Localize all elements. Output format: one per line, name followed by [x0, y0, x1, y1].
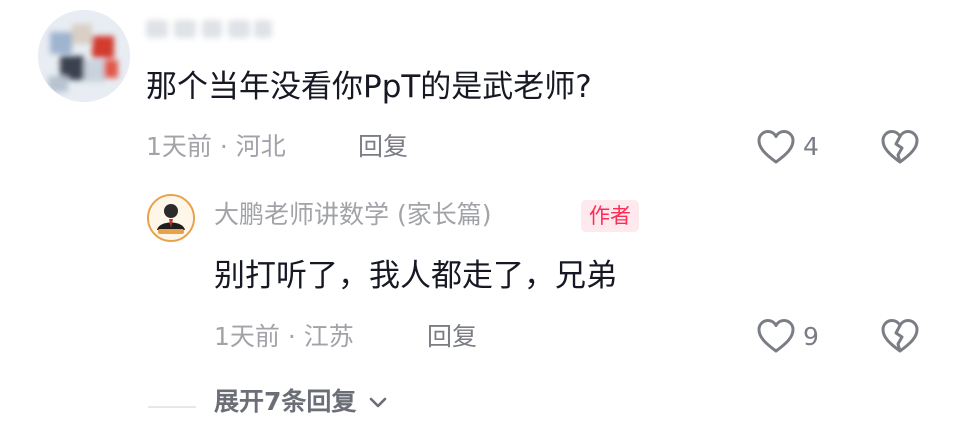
broken-heart-icon — [881, 130, 919, 164]
author-avatar[interactable] — [147, 194, 195, 242]
expand-divider — [148, 406, 196, 408]
author-badge: 作者 — [581, 200, 639, 232]
comment-meta: 1天前 · 河北 — [146, 130, 286, 164]
reply-reply-button[interactable]: 回复 — [427, 320, 477, 354]
avatar-image — [38, 10, 130, 102]
reply-location: 江苏 — [303, 322, 354, 351]
comment-reply-button[interactable]: 回复 — [358, 130, 408, 164]
reply-text: 别打听了，我人都走了，兄弟 — [214, 258, 617, 294]
expand-replies-label: 展开7条回复 — [214, 387, 357, 416]
author-name[interactable]: 大鹏老师讲数学 (家长篇) — [214, 198, 491, 232]
comment-location: 河北 — [235, 132, 286, 161]
reply-like-count: 9 — [803, 322, 819, 351]
comment-dislike-button[interactable] — [880, 128, 920, 166]
commenter-name-redacted — [146, 14, 274, 44]
chevron-down-icon — [369, 397, 387, 408]
broken-heart-icon — [881, 319, 919, 353]
comment-time: 1天前 — [146, 132, 212, 161]
meta-separator: · — [279, 322, 304, 351]
meta-separator: · — [211, 132, 236, 161]
reply-like-button[interactable] — [756, 317, 796, 355]
reply-dislike-button[interactable] — [880, 317, 920, 355]
comment-like-button[interactable] — [756, 128, 796, 166]
author-avatar-image — [149, 196, 193, 240]
reply-time: 1天前 — [214, 322, 280, 351]
comment-like-count: 4 — [803, 132, 819, 161]
heart-outline-icon — [757, 130, 795, 164]
heart-outline-icon — [757, 319, 795, 353]
comment-text: 那个当年没看你PpT的是武老师? — [146, 69, 592, 105]
commenter-avatar[interactable] — [38, 10, 130, 102]
reply-meta: 1天前 · 江苏 — [214, 320, 354, 354]
expand-replies-button[interactable]: 展开7条回复 — [214, 385, 387, 419]
